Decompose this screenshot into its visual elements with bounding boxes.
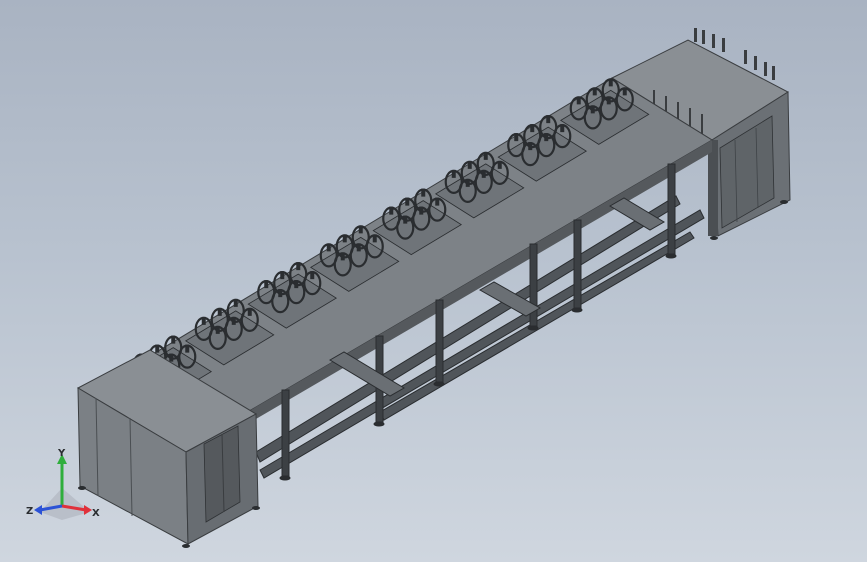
fixture-clamp-top	[405, 197, 410, 206]
fixture-clamp-top	[342, 234, 347, 243]
fixture-clamp-top	[481, 169, 486, 178]
fixture-clamp-top	[435, 197, 440, 206]
fixture-clamp-top	[326, 243, 331, 252]
fixture-clamp-top	[451, 169, 456, 178]
fixture-clamp-top	[483, 151, 488, 160]
fixture-clamp-top	[233, 298, 238, 307]
fixture-clamp-top	[592, 87, 597, 96]
fixture-clamp-top	[544, 133, 549, 142]
fixture-clamp-top	[278, 289, 283, 298]
fixture-clamp-top	[185, 344, 190, 353]
fixture-clamp-top	[389, 206, 394, 215]
fixture-clamp-top	[497, 160, 502, 169]
fixture-clamp-top	[560, 124, 565, 133]
y-axis-label: Y	[57, 448, 66, 459]
fixture-clamp-top	[372, 234, 377, 243]
fixture-clamp-top	[215, 325, 220, 334]
fixture-clamp-top	[546, 115, 551, 124]
fixture-clamp-top	[622, 87, 627, 96]
fixture-clamp-top	[201, 316, 206, 325]
orientation-triad: Y X Z	[26, 448, 100, 520]
z-axis-label: Z	[26, 506, 33, 517]
fixture-clamp-top	[403, 215, 408, 224]
fixture-clamp-top	[155, 344, 160, 353]
fixture-clamp-top	[171, 335, 176, 344]
fixture-clamp-top	[576, 96, 581, 105]
fixture-clamp-top	[169, 353, 174, 362]
triad-base	[40, 488, 90, 520]
fixture-clamp-top	[310, 271, 315, 280]
fixture-clamp-top	[264, 280, 269, 289]
fixture-clamp-top	[528, 142, 533, 151]
z-arrow-head	[34, 505, 42, 515]
fixture-clamp-top	[280, 271, 285, 280]
x-arrow-head	[84, 505, 92, 515]
fixture-clamp-top	[340, 252, 345, 261]
fixture-clamp-top	[296, 262, 301, 271]
x-axis-label: X	[92, 508, 100, 519]
fixture-clamp-top	[465, 178, 470, 187]
fixture-clamp-top	[606, 96, 611, 105]
assembly-model[interactable]	[0, 0, 867, 562]
fixture-clamp-top	[514, 133, 519, 142]
fixture-clamp-top	[294, 280, 299, 289]
fixture-clamp-top	[231, 316, 236, 325]
fixture-clamp-top	[358, 225, 363, 234]
fixture-clamp-top	[421, 188, 426, 197]
fixture-clamp-top	[247, 307, 252, 316]
cad-viewport[interactable]: Y X Z	[0, 0, 867, 562]
fixture-clamp-top	[217, 307, 222, 316]
fixture-clamp-top	[590, 105, 595, 114]
fixture-clamp-top	[356, 243, 361, 252]
fixture-clamp-top	[467, 160, 472, 169]
fixture-clamp-top	[608, 78, 613, 87]
fixture-clamp-top	[530, 124, 535, 133]
fixture-clamp-top	[419, 206, 424, 215]
